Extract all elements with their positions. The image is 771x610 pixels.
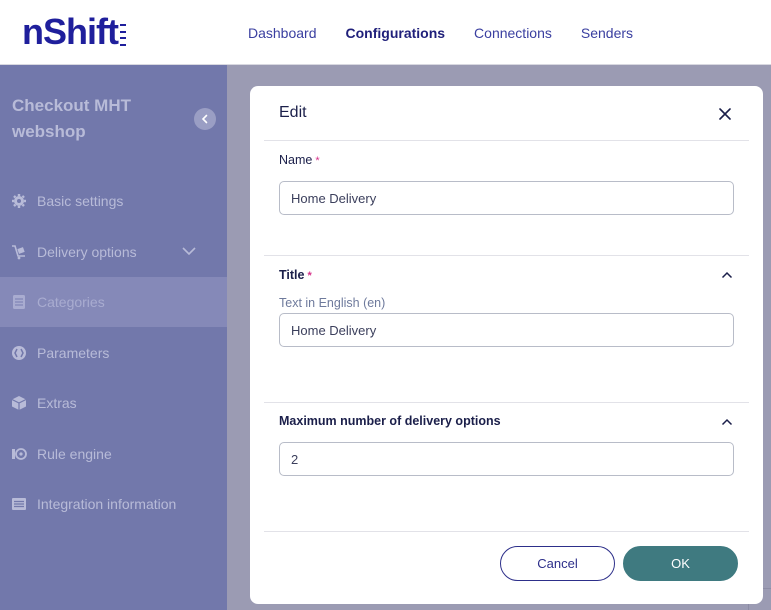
max-options-section-toggle[interactable] — [721, 417, 733, 427]
required-marker: * — [307, 270, 312, 282]
name-label-text: Name — [279, 153, 313, 167]
title-en-input[interactable] — [279, 313, 734, 347]
sidebar-item-parameters[interactable]: Parameters — [0, 328, 227, 378]
chevron-up-icon — [721, 271, 733, 279]
max-options-input[interactable] — [279, 442, 734, 476]
logo-bars-icon — [119, 24, 126, 46]
sidebar-item-rule-engine[interactable]: Rule engine — [0, 429, 227, 479]
name-input[interactable] — [279, 181, 734, 215]
title-language-label: Text in English (en) — [279, 296, 386, 310]
nav-dashboard[interactable]: Dashboard — [248, 24, 317, 42]
sidebar-item-categories[interactable]: Categories — [0, 277, 227, 327]
sidebar-item-label: Extras — [37, 395, 77, 411]
delivery-cart-icon — [10, 243, 28, 261]
sidebar: Checkout MHT webshop Basic settings Deli… — [0, 65, 227, 610]
sidebar-title: Checkout MHT webshop — [12, 96, 131, 141]
divider — [264, 255, 749, 256]
cancel-button[interactable]: Cancel — [500, 546, 615, 581]
sidebar-item-integration-information[interactable]: Integration information — [0, 479, 227, 529]
title-section-toggle[interactable] — [721, 270, 733, 280]
sidebar-item-label: Integration information — [37, 496, 177, 512]
dialog-title: Edit — [279, 104, 307, 121]
sidebar-item-label: Delivery options — [37, 244, 137, 260]
sidebar-collapse-button[interactable] — [194, 108, 216, 130]
nshift-logo[interactable]: nShift — [22, 14, 126, 50]
nav-senders[interactable]: Senders — [581, 24, 633, 42]
title-section-label-text: Title — [279, 268, 305, 282]
edit-dialog: Edit Name* Title* Text in English (en) M… — [250, 86, 763, 604]
max-options-section-label[interactable]: Maximum number of delivery options — [279, 414, 501, 428]
divider — [264, 402, 749, 403]
rule-engine-icon — [10, 445, 28, 463]
logo-text: nShift — [22, 11, 119, 52]
required-marker: * — [315, 155, 320, 167]
close-icon — [719, 108, 731, 120]
sidebar-item-label: Basic settings — [37, 193, 124, 209]
nav-configurations[interactable]: Configurations — [346, 24, 446, 42]
chevron-down-icon — [182, 247, 196, 256]
gear-icon — [10, 192, 28, 210]
sidebar-item-label: Categories — [37, 294, 105, 310]
chevron-left-icon — [201, 114, 208, 124]
chevron-up-icon — [721, 418, 733, 426]
parameters-icon — [10, 344, 28, 362]
nav-connections[interactable]: Connections — [474, 24, 552, 42]
divider — [264, 140, 749, 141]
name-label: Name * — [279, 153, 320, 167]
title-section-label[interactable]: Title * — [279, 268, 312, 282]
sidebar-item-delivery-options[interactable]: Delivery options — [0, 227, 227, 277]
sidebar-item-label: Parameters — [37, 345, 110, 361]
top-navigation-bar: nShift Dashboard Configurations Connecti… — [0, 0, 771, 65]
sidebar-item-extras[interactable]: Extras — [0, 378, 227, 428]
sidebar-item-label: Rule engine — [37, 446, 112, 462]
box-icon — [10, 394, 28, 412]
sidebar-item-basic-settings[interactable]: Basic settings — [0, 176, 227, 226]
ok-button[interactable]: OK — [623, 546, 738, 581]
categories-icon — [10, 293, 28, 311]
close-button[interactable] — [716, 105, 734, 123]
list-icon — [10, 495, 28, 513]
main-nav: Dashboard Configurations Connections Sen… — [248, 24, 662, 42]
divider — [264, 531, 749, 532]
